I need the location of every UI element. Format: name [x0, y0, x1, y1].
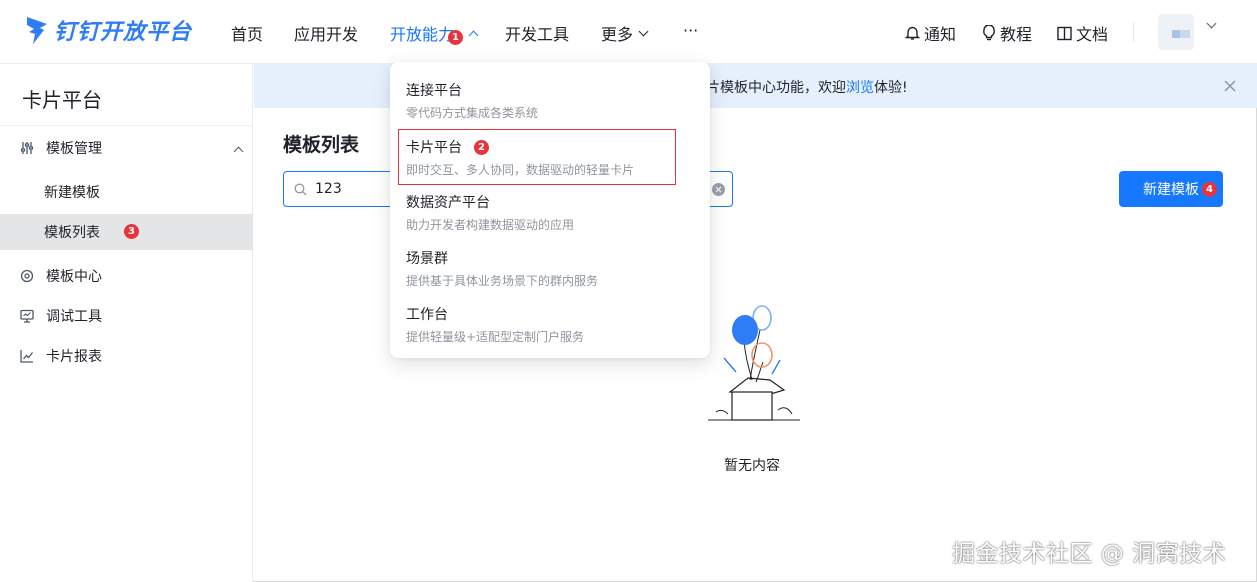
sidebar-item-debug-tools[interactable]: 调试工具 [0, 298, 253, 334]
empty-state-text: 暂无内容 [724, 458, 780, 474]
chevron-up-icon [233, 146, 244, 157]
user-avatar[interactable] [1158, 14, 1194, 50]
bell-icon [905, 26, 920, 40]
sidebar-item-new-template[interactable]: 新建模板 [0, 174, 253, 210]
step-badge-3: 3 [124, 224, 139, 239]
sidebar-group-template-management[interactable]: 模板管理 [0, 130, 253, 166]
nav-app-dev[interactable]: 应用开发 [294, 21, 358, 45]
chevron-down-icon [638, 26, 649, 36]
chart-icon [20, 350, 34, 363]
gear-icon [20, 269, 34, 283]
tutorials-link[interactable]: 教程 [982, 21, 1032, 45]
dropdown-item-data-asset-platform[interactable]: 数据资产平台 助力开发者构建数据驱动的应用 [406, 192, 696, 233]
banner-browse-link[interactable]: 浏览 [846, 80, 874, 96]
sidebar: 卡片平台 模板管理 新建模板 模板列表 3 模板中心 调试工具 卡片报表 [0, 64, 253, 582]
brand-name: 钉钉开放平台 [54, 20, 193, 45]
new-template-button[interactable]: 新建模板 4 [1119, 171, 1223, 207]
notifications-link[interactable]: 通知 [905, 21, 956, 45]
dropdown-item-connection-platform[interactable]: 连接平台 零代码方式集成各类系统 [406, 80, 696, 121]
nav-ellipsis[interactable]: ··· [683, 21, 698, 40]
dropdown-item-card-platform[interactable]: 卡片平台 2 即时交互、多人协同，数据驱动的轻量卡片 [406, 137, 696, 178]
empty-box-balloons-illustration [708, 305, 800, 421]
clear-search-icon[interactable] [712, 183, 725, 196]
bulb-icon [983, 25, 995, 41]
chevron-up-icon [468, 30, 479, 40]
nav-dev-tools[interactable]: 开发工具 [505, 21, 569, 45]
banner-text: 片模板中心功能，欢迎浏览体验! [706, 80, 908, 96]
search-value: 123 [315, 181, 342, 197]
dingtalk-logo-icon [27, 17, 47, 44]
brand-logo[interactable]: 钉钉开放平台 [26, 14, 192, 46]
step-badge-2: 2 [474, 139, 489, 155]
watermark: 掘金技术社区 @ 洞窝技术 [952, 541, 1227, 567]
docs-link[interactable]: 文档 [1057, 21, 1108, 45]
nav-home[interactable]: 首页 [231, 21, 263, 45]
sidebar-title: 卡片平台 [22, 88, 102, 112]
avatar-chevron-down-icon[interactable] [1206, 18, 1217, 29]
book-icon [1057, 26, 1072, 40]
top-navbar: 钉钉开放平台 首页 应用开发 开放能力 1 开发工具 更多 ··· 通知 教程 … [0, 0, 1257, 64]
nav-open-capabilities[interactable]: 开放能力 1 [390, 21, 479, 45]
sidebar-item-template-center[interactable]: 模板中心 [0, 258, 253, 294]
page-title: 模板列表 [283, 134, 360, 156]
close-icon[interactable] [1223, 79, 1237, 93]
step-badge-1: 1 [448, 29, 464, 45]
dropdown-item-workbench[interactable]: 工作台 提供轻量级+适配型定制门户服务 [406, 304, 696, 345]
sliders-icon [20, 142, 34, 154]
open-capabilities-dropdown: 连接平台 零代码方式集成各类系统 卡片平台 2 即时交互、多人协同，数据驱动的轻量… [390, 62, 710, 358]
monitor-icon [20, 309, 34, 323]
step-badge-4: 4 [1202, 181, 1217, 197]
dropdown-item-scene-group[interactable]: 场景群 提供基于具体业务场景下的群内服务 [406, 248, 696, 289]
sidebar-item-template-list[interactable]: 模板列表 3 [0, 214, 253, 250]
nav-divider [1133, 22, 1134, 42]
sidebar-divider [0, 125, 253, 126]
search-icon [294, 183, 307, 196]
sidebar-item-card-reports[interactable]: 卡片报表 [0, 338, 253, 374]
nav-more[interactable]: 更多 [601, 21, 649, 45]
